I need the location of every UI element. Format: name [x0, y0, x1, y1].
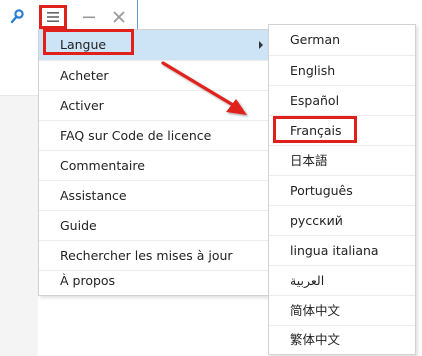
language-item-japanese[interactable]: 日本語 [269, 146, 415, 176]
language-label: русский [290, 213, 343, 228]
language-label: 日本語 [290, 153, 328, 168]
menu-item-label: FAQ sur Code de licence [60, 128, 212, 143]
hamburger-menu-icon [47, 12, 59, 22]
menu-item-faq[interactable]: FAQ sur Code de licence [39, 121, 268, 151]
language-item-english[interactable]: English [269, 56, 415, 86]
language-item-francais[interactable]: Français [269, 116, 415, 146]
window-content-area [0, 34, 38, 95]
language-submenu: German English Español Français 日本語 Port… [268, 24, 416, 355]
language-item-russian[interactable]: русский [269, 206, 415, 236]
language-label: Français [290, 123, 342, 138]
language-label: Español [290, 93, 340, 108]
menu-item-activer[interactable]: Activer [39, 91, 268, 121]
language-label: English [290, 63, 336, 78]
key-button[interactable] [6, 6, 28, 28]
menu-item-label: Guide [60, 218, 97, 233]
menu-item-label: Langue [60, 37, 107, 52]
menu-item-label: Activer [60, 98, 104, 113]
window-divider [0, 95, 38, 96]
language-item-german[interactable]: German [269, 25, 415, 55]
menu-item-langue[interactable]: Langue [39, 30, 268, 60]
language-item-italian[interactable]: lingua italiana [269, 236, 415, 266]
menu-item-label: Rechercher les mises à jour [60, 248, 233, 263]
menu-item-label: À propos [60, 273, 116, 288]
language-label: German [290, 32, 341, 47]
menu-item-guide[interactable]: Guide [39, 211, 268, 241]
menu-item-acheter[interactable]: Acheter [39, 61, 268, 91]
language-item-portugues[interactable]: Português [269, 176, 415, 206]
language-item-traditional-chinese[interactable]: 繁体中文 [269, 325, 415, 355]
language-item-simplified-chinese[interactable]: 简体中文 [269, 296, 415, 326]
menu-item-label: Assistance [60, 188, 127, 203]
menu-button[interactable] [39, 5, 67, 29]
submenu-arrow-icon [259, 41, 263, 49]
language-label: العربية [290, 273, 325, 288]
close-icon [113, 11, 125, 23]
menu-item-assistance[interactable]: Assistance [39, 181, 268, 211]
minimize-button[interactable] [78, 6, 100, 28]
menu-item-label: Commentaire [60, 158, 145, 173]
main-menu: Langue Acheter Activer FAQ sur Code de l… [38, 29, 269, 296]
language-label: 繁体中文 [290, 332, 341, 347]
menu-item-commentaire[interactable]: Commentaire [39, 151, 268, 181]
minimize-icon [83, 16, 95, 19]
language-label: Português [290, 183, 353, 198]
menu-item-label: Acheter [60, 68, 109, 83]
language-item-espanol[interactable]: Español [269, 86, 415, 116]
menu-item-a-propos[interactable]: À propos [39, 266, 268, 296]
language-item-arabic[interactable]: العربية [269, 266, 415, 296]
key-icon [10, 9, 24, 24]
close-button[interactable] [108, 6, 130, 28]
language-label: 简体中文 [290, 303, 341, 318]
language-label: lingua italiana [290, 243, 379, 258]
